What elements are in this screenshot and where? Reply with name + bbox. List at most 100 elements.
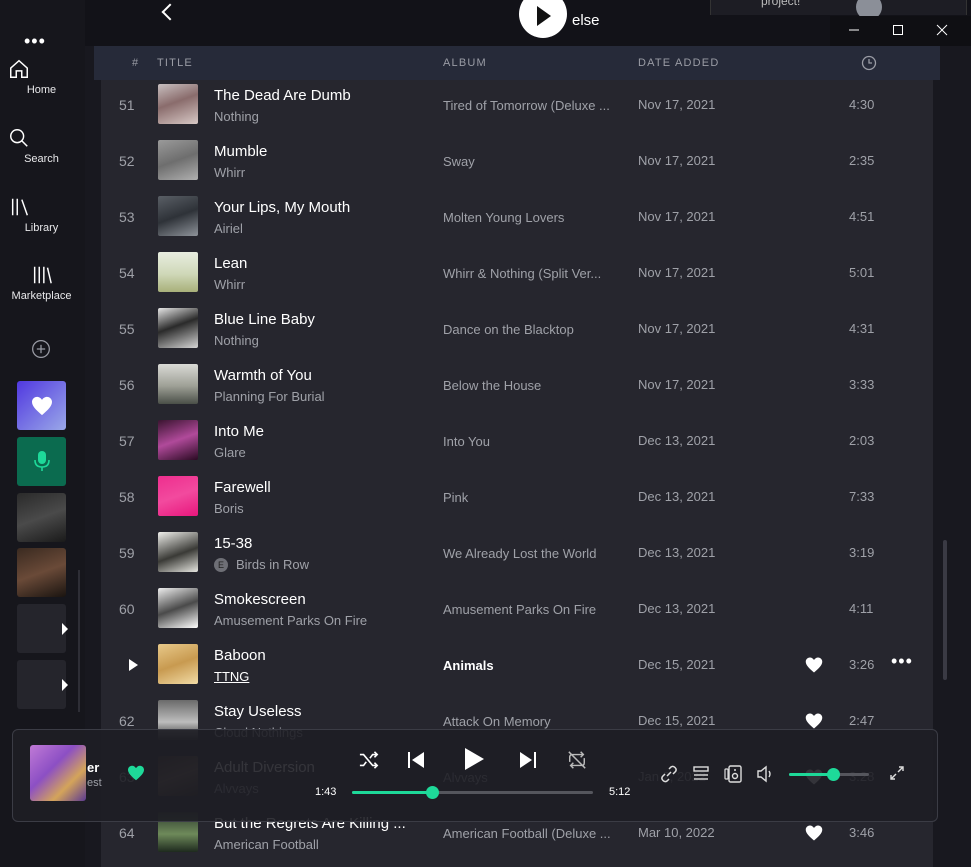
heart-filled-icon[interactable] bbox=[805, 656, 823, 674]
now-playing-title[interactable]: er bbox=[87, 760, 99, 775]
track-artist[interactable]: Nothing bbox=[214, 333, 259, 348]
track-artist[interactable]: TTNG bbox=[214, 669, 249, 684]
playlist-folder[interactable] bbox=[17, 660, 68, 709]
track-album[interactable]: Tired of Tomorrow (Deluxe ... bbox=[443, 98, 625, 113]
fullscreen-icon[interactable] bbox=[889, 765, 905, 781]
minimize-button[interactable] bbox=[832, 16, 876, 44]
track-title[interactable]: Stay Useless bbox=[214, 703, 302, 720]
heart-filled-icon[interactable] bbox=[805, 712, 823, 730]
play-track-icon[interactable] bbox=[129, 659, 138, 671]
track-album[interactable]: We Already Lost the World bbox=[443, 546, 625, 561]
column-header-number[interactable]: # bbox=[132, 57, 139, 69]
more-options-button[interactable]: ••• bbox=[891, 651, 913, 672]
sidebar-scrollbar[interactable] bbox=[78, 570, 80, 712]
link-icon[interactable] bbox=[660, 765, 678, 783]
track-artist[interactable]: Airiel bbox=[214, 221, 243, 236]
track-row[interactable]: 59 15-38 E Birds in Row We Already Lost the … bbox=[101, 526, 933, 582]
podcasts-playlist[interactable] bbox=[17, 437, 66, 486]
track-album[interactable]: Into You bbox=[443, 434, 625, 449]
playlist-cover[interactable] bbox=[17, 548, 66, 597]
now-playing-cover[interactable] bbox=[30, 745, 86, 801]
main-scrollbar[interactable] bbox=[943, 540, 947, 680]
shuffle-icon[interactable] bbox=[358, 750, 380, 770]
playlist-play-button[interactable] bbox=[519, 0, 567, 38]
track-title[interactable]: Blue Line Baby bbox=[214, 311, 315, 328]
track-row[interactable]: 57 Into Me Glare Into You Dec 13, 2021 2:03 bbox=[101, 414, 933, 470]
track-title[interactable]: Your Lips, My Mouth bbox=[214, 199, 350, 216]
playlist-folder[interactable] bbox=[17, 604, 68, 653]
track-row[interactable]: 54 Lean Whirr Whirr & Nothing (Split Ver...… bbox=[101, 246, 933, 302]
sidebar-item-library[interactable]: Library bbox=[0, 196, 83, 234]
playlist-cover[interactable] bbox=[17, 493, 66, 542]
track-album[interactable]: Amusement Parks On Fire bbox=[443, 602, 625, 617]
connect-device-icon[interactable] bbox=[724, 765, 742, 783]
artist-name[interactable]: TTNG bbox=[214, 669, 249, 684]
track-album[interactable]: Dance on the Blacktop bbox=[443, 322, 625, 337]
track-row[interactable]: 56 Warmth of You Planning For Burial Below … bbox=[101, 358, 933, 414]
track-row[interactable]: 60 Smokescreen Amusement Parks On Fire Amus… bbox=[101, 582, 933, 638]
track-row[interactable]: 53 Your Lips, My Mouth Airiel Molten Young … bbox=[101, 190, 933, 246]
artist-name[interactable]: Airiel bbox=[214, 221, 243, 236]
artist-name[interactable]: American Football bbox=[214, 837, 319, 852]
artist-name[interactable]: Glare bbox=[214, 445, 246, 460]
track-row[interactable]: 55 Blue Line Baby Nothing Dance on the Blac… bbox=[101, 302, 933, 358]
artist-name[interactable]: Whirr bbox=[214, 277, 245, 292]
heart-filled-icon[interactable] bbox=[805, 824, 823, 842]
track-artist[interactable]: Planning For Burial bbox=[214, 389, 325, 404]
track-title[interactable]: The Dead Are Dumb bbox=[214, 87, 351, 104]
add-playlist-icon[interactable] bbox=[31, 339, 51, 359]
track-title[interactable]: Lean bbox=[214, 255, 247, 272]
track-album[interactable]: Animals bbox=[443, 658, 625, 673]
artist-name[interactable]: Planning For Burial bbox=[214, 389, 325, 404]
track-album[interactable]: Molten Young Lovers bbox=[443, 210, 625, 225]
track-artist[interactable]: Whirr bbox=[214, 277, 245, 292]
column-header-date-added[interactable]: DATE ADDED bbox=[638, 57, 719, 69]
artist-name[interactable]: Whirr bbox=[214, 165, 245, 180]
track-title[interactable]: Baboon bbox=[214, 647, 266, 664]
track-title[interactable]: Smokescreen bbox=[214, 591, 306, 608]
next-track-icon[interactable] bbox=[518, 750, 538, 770]
clock-icon[interactable] bbox=[861, 55, 877, 71]
artist-name[interactable]: Nothing bbox=[214, 109, 259, 124]
track-title[interactable]: 15-38 bbox=[214, 535, 252, 552]
artist-name[interactable]: Amusement Parks On Fire bbox=[214, 613, 367, 628]
track-album[interactable]: Attack On Memory bbox=[443, 714, 625, 729]
volume-slider[interactable] bbox=[789, 768, 869, 781]
track-album[interactable]: Below the House bbox=[443, 378, 625, 393]
volume-icon[interactable] bbox=[756, 765, 774, 783]
track-artist[interactable]: Boris bbox=[214, 501, 244, 516]
track-artist[interactable]: E Birds in Row bbox=[214, 557, 309, 572]
track-album[interactable]: Pink bbox=[443, 490, 625, 505]
track-row[interactable]: Baboon TTNG Animals Dec 15, 2021 3:26 ••• bbox=[101, 638, 933, 694]
artist-name[interactable]: Birds in Row bbox=[236, 557, 309, 572]
back-arrow-icon[interactable] bbox=[161, 3, 179, 21]
sidebar-item-marketplace[interactable]: Marketplace bbox=[0, 264, 83, 302]
track-title[interactable]: Warmth of You bbox=[214, 367, 312, 384]
maximize-button[interactable] bbox=[876, 16, 920, 44]
track-row[interactable]: 58 Farewell Boris Pink Dec 13, 2021 7:33 bbox=[101, 470, 933, 526]
heart-filled-icon[interactable] bbox=[127, 765, 145, 781]
track-title[interactable]: Mumble bbox=[214, 143, 267, 160]
track-artist[interactable]: Nothing bbox=[214, 109, 259, 124]
column-header-title[interactable]: TITLE bbox=[157, 57, 193, 69]
track-title[interactable]: Farewell bbox=[214, 479, 271, 496]
track-artist[interactable]: Amusement Parks On Fire bbox=[214, 613, 367, 628]
track-artist[interactable]: Whirr bbox=[214, 165, 245, 180]
liked-songs-playlist[interactable] bbox=[17, 381, 66, 430]
track-title[interactable]: Into Me bbox=[214, 423, 264, 440]
track-row[interactable]: 52 Mumble Whirr Sway Nov 17, 2021 2:35 bbox=[101, 134, 933, 190]
track-artist[interactable]: Glare bbox=[214, 445, 246, 460]
close-button[interactable] bbox=[920, 16, 964, 44]
progress-bar[interactable] bbox=[352, 786, 593, 799]
more-menu-button[interactable]: ••• bbox=[24, 32, 46, 50]
artist-name[interactable]: Boris bbox=[214, 501, 244, 516]
track-album[interactable]: Sway bbox=[443, 154, 625, 169]
now-playing-artist[interactable]: est bbox=[87, 777, 102, 789]
volume-handle[interactable] bbox=[827, 768, 840, 781]
repeat-off-icon[interactable] bbox=[566, 750, 588, 770]
queue-icon[interactable] bbox=[692, 765, 710, 783]
sidebar-item-search[interactable]: Search bbox=[0, 127, 83, 165]
previous-track-icon[interactable] bbox=[406, 750, 426, 770]
track-album[interactable]: American Football (Deluxe ... bbox=[443, 826, 625, 841]
track-artist[interactable]: American Football bbox=[214, 837, 319, 852]
